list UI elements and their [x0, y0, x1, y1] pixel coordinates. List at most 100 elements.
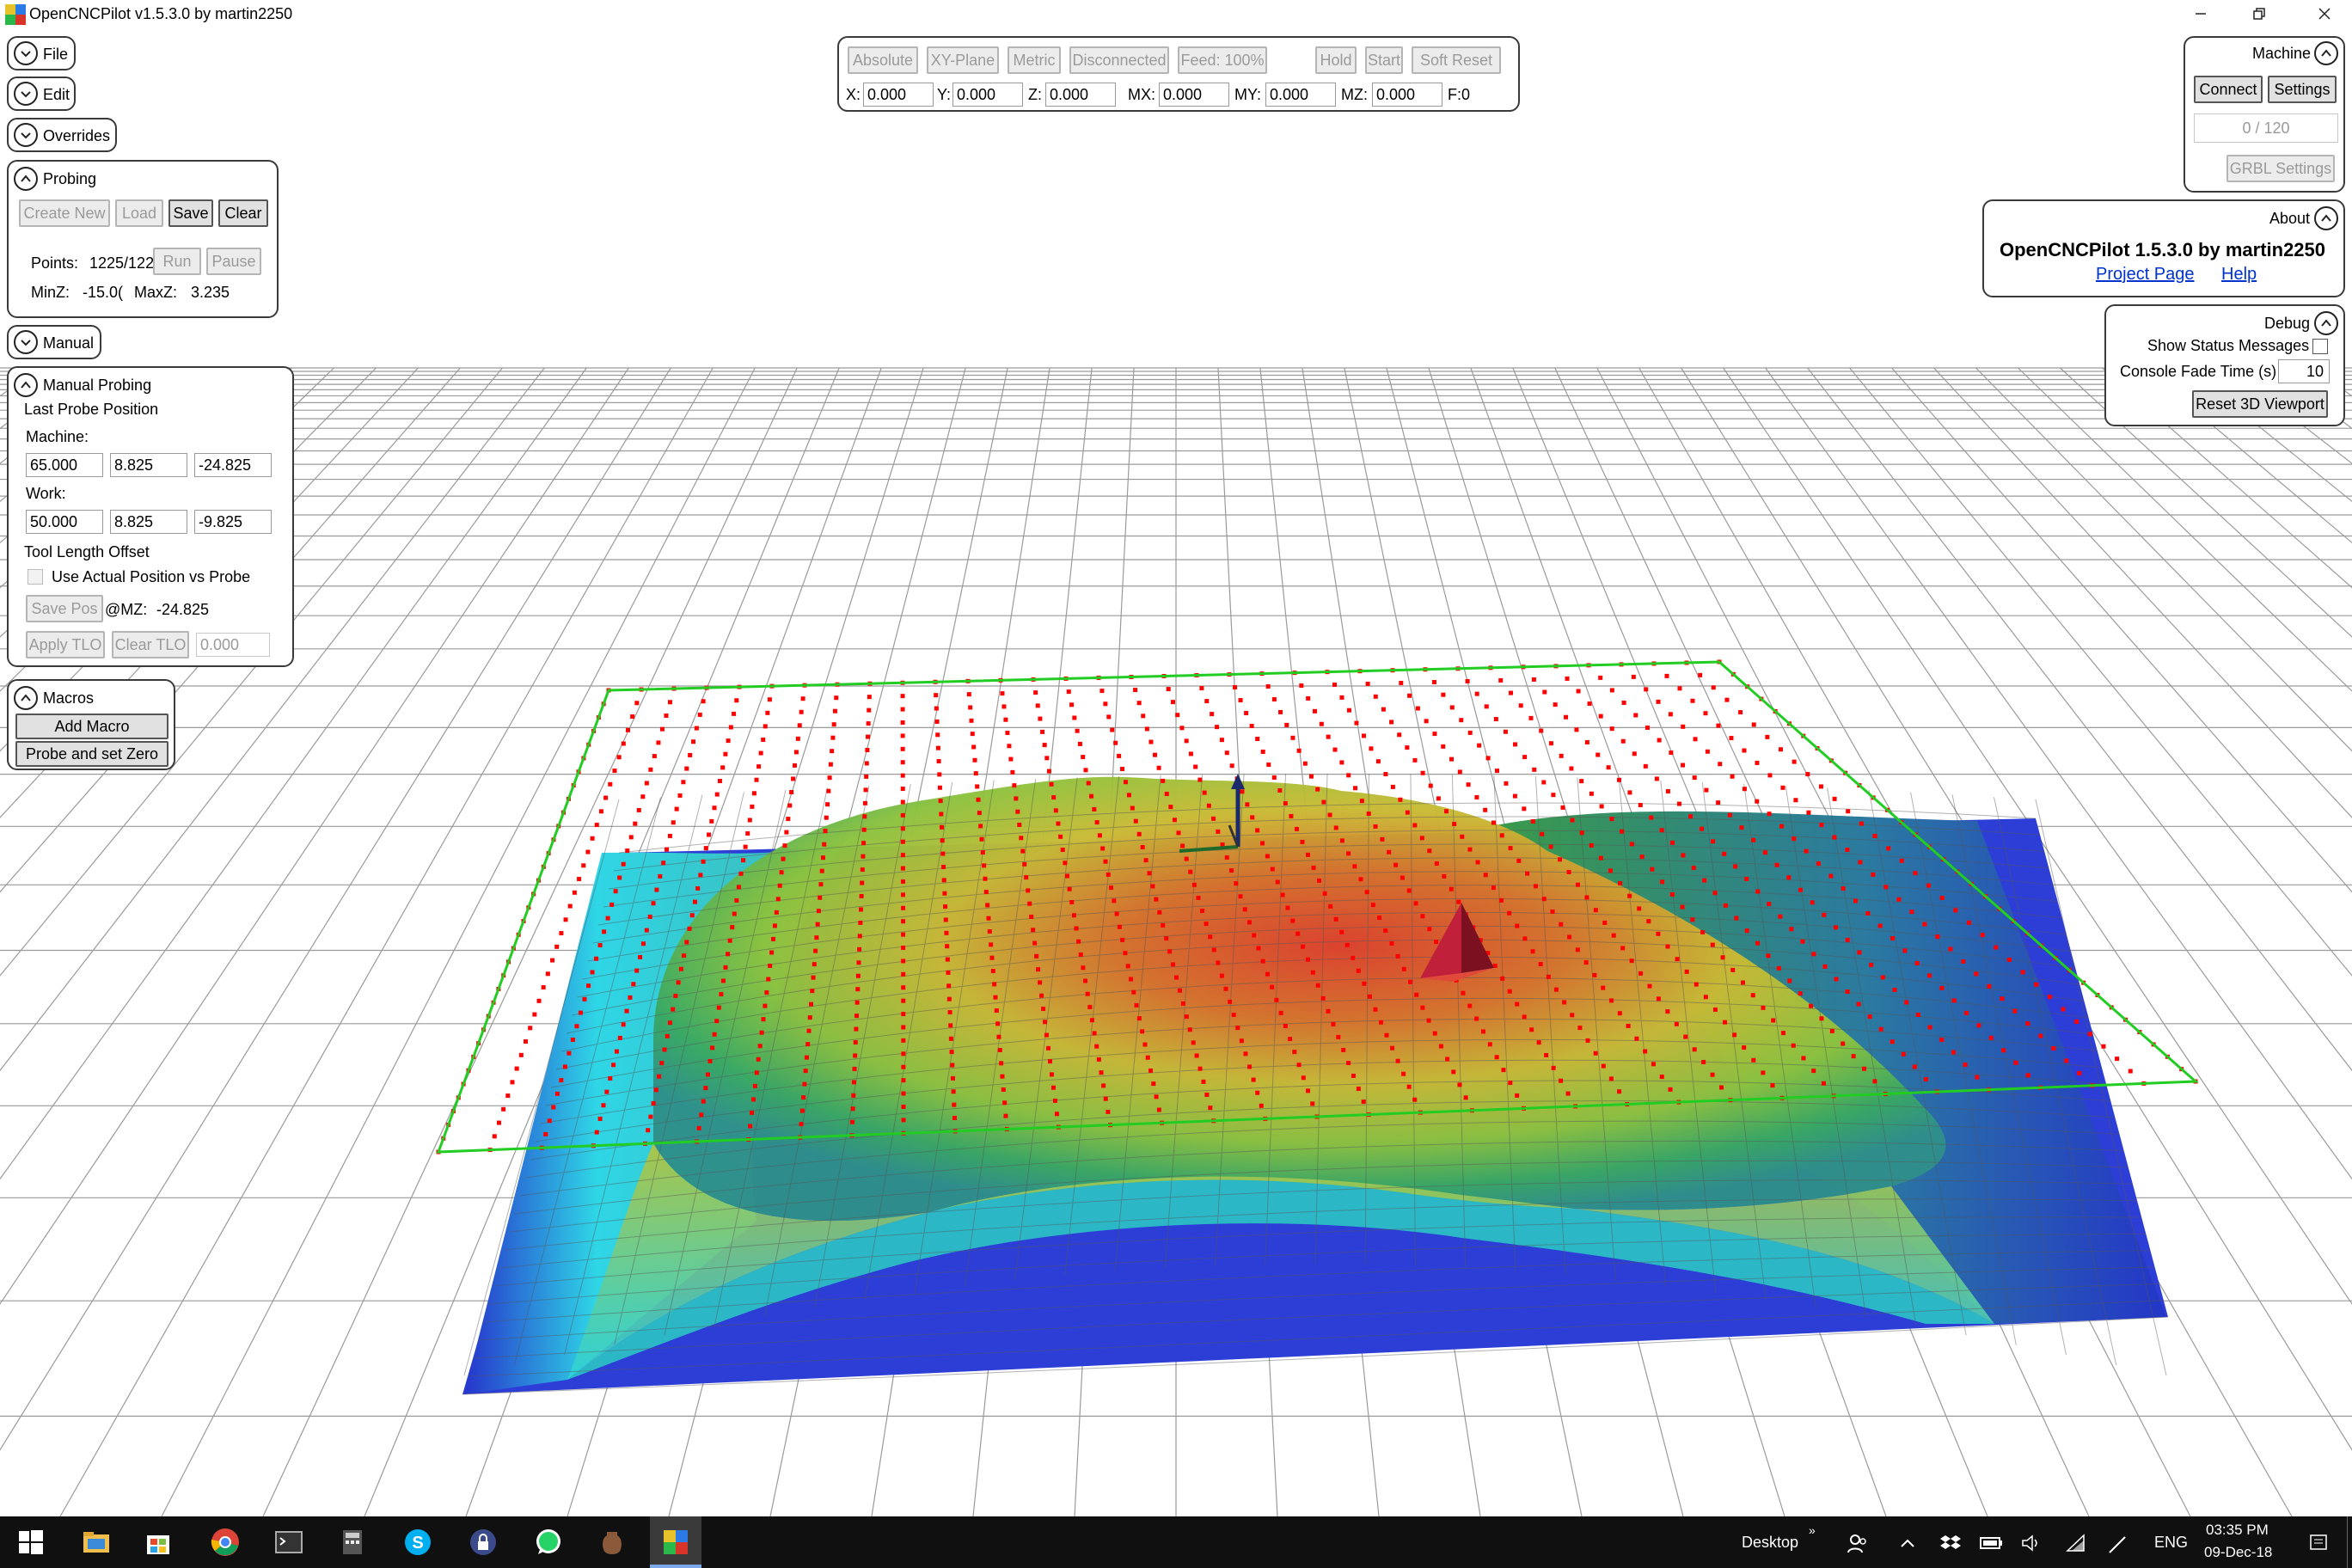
console-fade-field[interactable]: 10 [2278, 359, 2330, 383]
window-title: OpenCNCPilot v1.5.3.0 by martin2250 [29, 5, 293, 22]
minz-value: -15.0( [83, 284, 124, 301]
about-app-name: OpenCNCPilot 1.5.3.0 by martin2250 [2000, 239, 2326, 260]
settings-button[interactable]: Settings [2268, 76, 2337, 103]
grbl-settings-button[interactable]: GRBL Settings [2226, 155, 2335, 182]
close-icon[interactable] [2316, 5, 2333, 22]
chevron-right-icon[interactable]: » [1809, 1523, 1816, 1537]
apply-tlo-button[interactable]: Apply TLO [26, 631, 105, 658]
edit-expander[interactable]: Edit [7, 77, 76, 111]
soft-reset-button[interactable]: Soft Reset [1412, 46, 1501, 74]
manual-expander[interactable]: Manual [7, 325, 101, 359]
load-button[interactable]: Load [115, 199, 163, 227]
desktop-label[interactable]: Desktop [1742, 1534, 1798, 1552]
use-actual-position-label: Use Actual Position vs Probe [52, 568, 251, 585]
chevron-down-icon[interactable] [14, 330, 38, 354]
machine-x-field[interactable]: 65.000 [26, 453, 103, 477]
file-label: File [43, 46, 69, 63]
connect-button[interactable]: Connect [2194, 76, 2263, 103]
points-value: 1225/122 [89, 254, 155, 272]
overrides-expander[interactable]: Overrides [7, 118, 117, 152]
people-icon[interactable] [1847, 1532, 1869, 1554]
reset-3d-viewport-button[interactable]: Reset 3D Viewport [2192, 390, 2328, 418]
file-expander[interactable]: File [7, 36, 76, 70]
clock-time[interactable]: 03:35 PM [2206, 1522, 2269, 1539]
clear-button[interactable]: Clear [218, 199, 268, 227]
windows-start-icon[interactable] [15, 1527, 46, 1558]
clear-tlo-button[interactable]: Clear TLO [112, 631, 189, 658]
chevron-down-icon[interactable] [14, 82, 38, 106]
debug-title: Debug [2264, 315, 2311, 332]
manual-label: Manual [43, 334, 95, 352]
run-button[interactable]: Run [153, 248, 201, 275]
x-label: X: [846, 86, 861, 103]
dropbox-icon[interactable] [1939, 1532, 1962, 1554]
add-macro-button[interactable]: Add Macro [15, 714, 168, 739]
project-page-link[interactable]: Project Page [2096, 265, 2195, 285]
skype-icon[interactable]: S [402, 1527, 433, 1558]
file-explorer-icon[interactable] [81, 1527, 112, 1558]
whatsapp-icon[interactable] [533, 1527, 564, 1558]
feed-override-button[interactable]: Feed: 100% [1178, 46, 1267, 74]
vpn-lock-icon[interactable] [468, 1527, 499, 1558]
macro-item-probe-and-set-zero[interactable]: Probe and set Zero [15, 741, 168, 767]
chevron-up-icon[interactable] [2314, 41, 2338, 65]
wifi-icon[interactable] [2065, 1532, 2087, 1554]
store-icon[interactable] [143, 1527, 174, 1558]
minimize-icon[interactable] [2192, 5, 2209, 22]
opencncpilot-icon[interactable] [660, 1527, 691, 1558]
pen-icon[interactable] [2108, 1532, 2130, 1554]
about-panel: About OpenCNCPilot 1.5.3.0 by martin2250… [1982, 199, 2345, 297]
machine-panel: Machine Connect Settings 0 / 120 GRBL Se… [2184, 36, 2345, 193]
metric-button[interactable]: Metric [1008, 46, 1061, 74]
help-link[interactable]: Help [2221, 265, 2257, 285]
work-z-field[interactable]: -9.825 [194, 510, 272, 534]
points-label: Points: [31, 254, 79, 272]
chrome-icon[interactable] [210, 1527, 241, 1558]
pause-button[interactable]: Pause [206, 248, 261, 275]
work-y-field[interactable]: 8.825 [110, 510, 187, 534]
calculator-icon[interactable] [337, 1527, 368, 1558]
battery-icon[interactable] [1979, 1534, 2005, 1553]
save-button[interactable]: Save [168, 199, 213, 227]
create-new-button[interactable]: Create New [19, 199, 110, 227]
use-actual-position-checkbox[interactable] [28, 569, 43, 585]
tlo-value-field[interactable]: 0.000 [196, 633, 270, 657]
manual-probing-title: Manual Probing [43, 377, 152, 394]
save-pos-button[interactable]: Save Pos [26, 595, 103, 622]
last-probe-position-label: Last Probe Position [24, 401, 159, 418]
notifications-icon[interactable] [2307, 1532, 2330, 1554]
connection-status-button[interactable]: Disconnected [1069, 46, 1169, 74]
volume-icon[interactable] [2020, 1532, 2043, 1554]
chevron-up-icon[interactable] [14, 373, 38, 397]
probing-title: Probing [43, 170, 97, 187]
show-hidden-icons-icon[interactable] [1898, 1534, 1917, 1553]
mx-position-field: 0.000 [1159, 83, 1229, 107]
restore-icon[interactable] [2251, 5, 2268, 22]
start-button[interactable]: Start [1365, 46, 1403, 74]
chevron-up-icon[interactable] [2314, 311, 2338, 335]
vase-app-icon[interactable] [597, 1527, 628, 1558]
show-status-messages-label: Show Status Messages [2147, 337, 2310, 354]
work-x-field[interactable]: 50.000 [26, 510, 103, 534]
overrides-label: Overrides [43, 127, 111, 144]
clock-date[interactable]: 09-Dec-18 [2204, 1544, 2272, 1561]
show-desktop-button[interactable] [2347, 1516, 2352, 1568]
show-status-messages-checkbox[interactable] [2312, 339, 2328, 354]
my-position-field: 0.000 [1265, 83, 1336, 107]
maxz-value: 3.235 [191, 284, 230, 301]
machine-z-field[interactable]: -24.825 [194, 453, 272, 477]
chevron-down-icon[interactable] [14, 41, 38, 65]
taskbar: S Desktop » ENG 03:35 PM 09-Dec-18 [0, 1516, 2352, 1568]
minz-label: MinZ: [31, 284, 70, 301]
absolute-button[interactable]: Absolute [848, 46, 918, 74]
chevron-up-icon[interactable] [2314, 206, 2338, 230]
terminal-icon[interactable] [273, 1527, 304, 1558]
language-indicator[interactable]: ENG [2154, 1534, 2188, 1552]
chevron-up-icon[interactable] [14, 686, 38, 710]
chevron-down-icon[interactable] [14, 123, 38, 147]
xy-plane-button[interactable]: XY-Plane [927, 46, 999, 74]
macros-panel: Macros Add Macro Probe and set Zero [7, 679, 175, 770]
hold-button[interactable]: Hold [1315, 46, 1357, 74]
machine-y-field[interactable]: 8.825 [110, 453, 187, 477]
chevron-up-icon[interactable] [14, 167, 38, 191]
